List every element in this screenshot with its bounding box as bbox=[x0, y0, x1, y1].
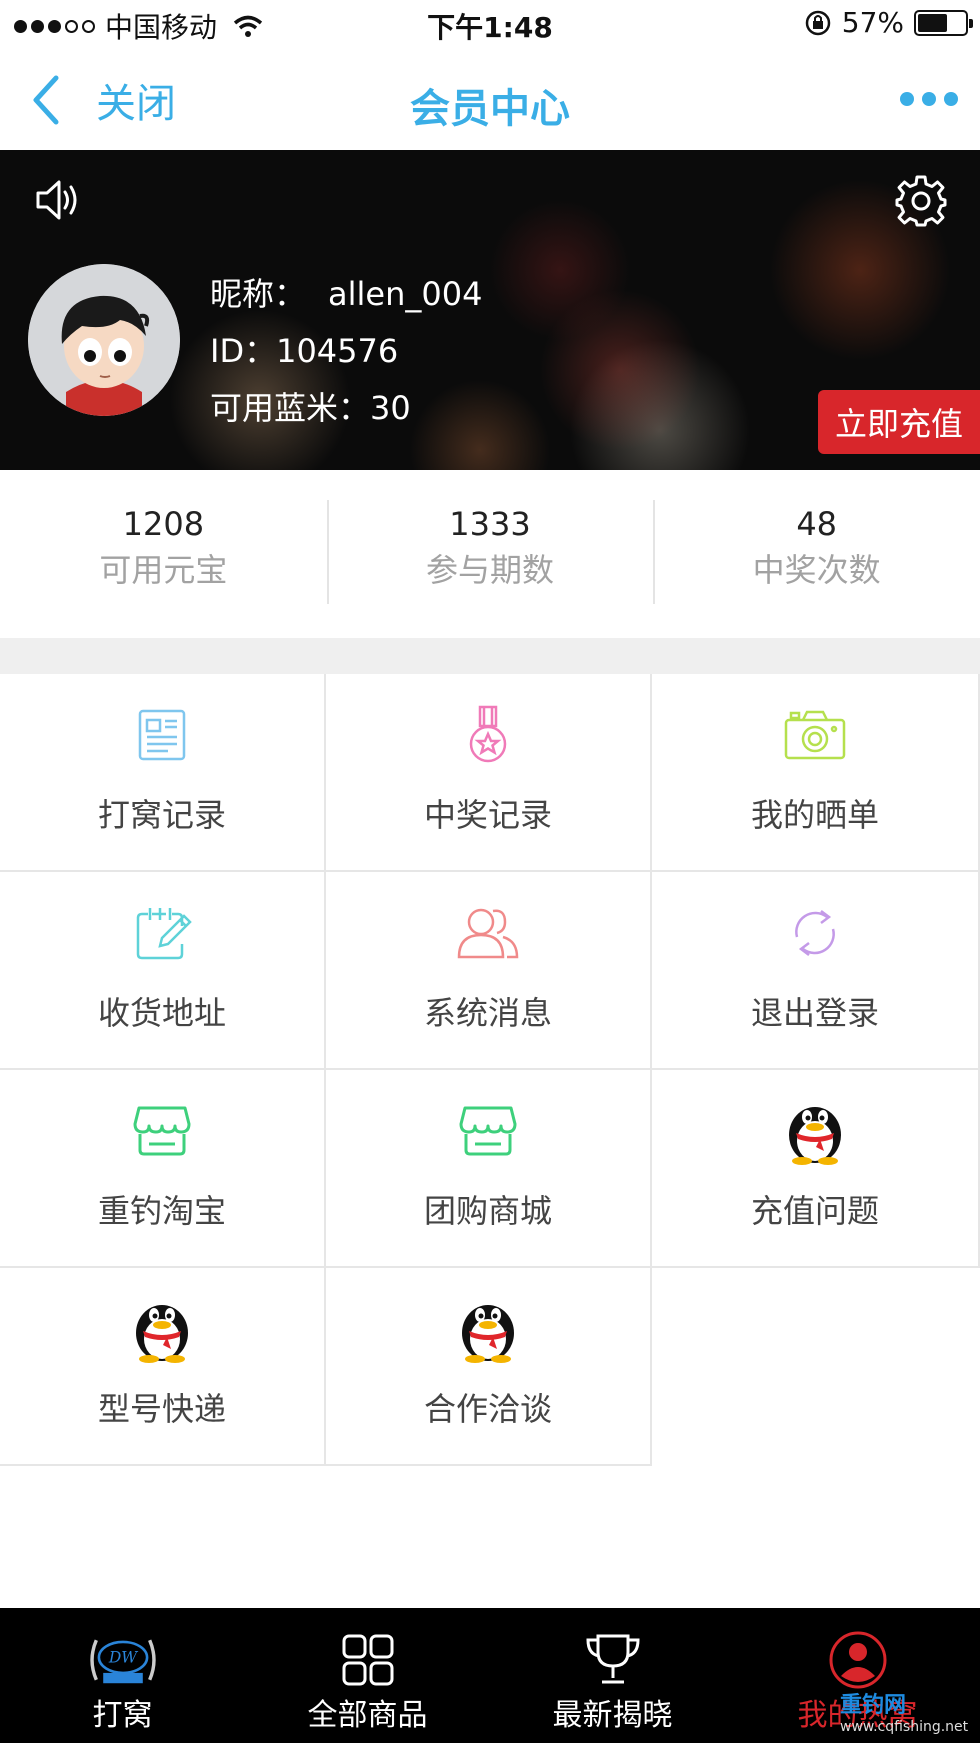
edit-calendar-icon bbox=[125, 896, 199, 970]
menu-item-label: 合作洽谈 bbox=[423, 1390, 552, 1428]
menu-item-group-buy-mall[interactable]: 团购商城 bbox=[326, 1070, 652, 1268]
grid-icon bbox=[331, 1628, 405, 1692]
qq-penguin-icon bbox=[125, 1292, 199, 1366]
stat-ingots[interactable]: 1208 可用元宝 bbox=[0, 470, 327, 638]
profile-info: 昵称： allen_004 ID：104576 可用蓝米：30 bbox=[210, 266, 482, 437]
status-bar: 中国移动 下午1:48 57% bbox=[0, 0, 980, 50]
battery-percent: 57% bbox=[841, 6, 904, 39]
stat-value: 48 bbox=[796, 505, 838, 543]
menu-item-logout[interactable]: 退出登录 bbox=[652, 872, 980, 1070]
trophy-icon bbox=[576, 1628, 650, 1692]
tab-label: 最新揭晓 bbox=[552, 1698, 673, 1733]
blue-rice-balance: 可用蓝米：30 bbox=[210, 389, 411, 427]
store-icon bbox=[451, 1094, 525, 1168]
user-id: ID：104576 bbox=[210, 332, 399, 370]
watermark: 重钓网 www.cqfishing.net bbox=[840, 1687, 970, 1735]
nav-bar: 关闭 会员中心 bbox=[0, 50, 980, 150]
menu-item-model-delivery[interactable]: 型号快递 bbox=[0, 1268, 326, 1466]
section-divider bbox=[0, 638, 980, 674]
stat-value: 1208 bbox=[122, 505, 205, 543]
menu-item-shipping-address[interactable]: 收货地址 bbox=[0, 872, 326, 1070]
qq-penguin-icon bbox=[778, 1094, 852, 1168]
avatar[interactable] bbox=[28, 264, 180, 416]
menu-item-win-record[interactable]: 中奖记录 bbox=[326, 674, 652, 872]
recharge-button[interactable]: 立即充值 bbox=[818, 390, 980, 454]
menu-item-label: 收货地址 bbox=[97, 994, 226, 1032]
medal-icon bbox=[451, 698, 525, 772]
menu-item-label: 打窝记录 bbox=[97, 796, 226, 834]
stat-label: 中奖次数 bbox=[752, 551, 881, 589]
tab-all-products[interactable]: 全部商品 bbox=[245, 1608, 490, 1743]
tab-label: 打窝 bbox=[92, 1698, 153, 1733]
menu-item-label: 型号快递 bbox=[97, 1390, 226, 1428]
tab-bait[interactable]: DW 打窝 bbox=[0, 1608, 245, 1743]
watermark-url: www.cqfishing.net bbox=[840, 1719, 969, 1735]
nickname-value: allen_004 bbox=[328, 275, 483, 313]
menu-grid: 打窝记录 中奖记录 我的晒单 收货地址 系统消息 退出登录 重钓淘宝 团购商城 … bbox=[0, 674, 980, 1466]
tab-label: 全部商品 bbox=[307, 1698, 428, 1733]
menu-item-my-showcase[interactable]: 我的晒单 bbox=[652, 674, 980, 872]
user-icon bbox=[821, 1628, 895, 1692]
menu-item-label: 系统消息 bbox=[423, 994, 552, 1032]
menu-item-label: 团购商城 bbox=[423, 1192, 552, 1230]
tab-latest-results[interactable]: 最新揭晓 bbox=[490, 1608, 735, 1743]
store-icon bbox=[125, 1094, 199, 1168]
battery-icon bbox=[914, 9, 973, 36]
menu-item-label: 重钓淘宝 bbox=[97, 1192, 226, 1230]
stat-periods[interactable]: 1333 参与期数 bbox=[326, 470, 654, 638]
watermark-title: 重钓网 bbox=[840, 1693, 907, 1718]
logo-icon: DW bbox=[86, 1628, 160, 1692]
menu-item-label: 充值问题 bbox=[750, 1192, 879, 1230]
speaker-icon[interactable] bbox=[34, 176, 86, 228]
menu-item-label: 中奖记录 bbox=[423, 796, 552, 834]
nickname-label: 昵称： bbox=[210, 275, 307, 313]
stat-value: 1333 bbox=[449, 505, 531, 543]
stats-bar: 1208 可用元宝 1333 参与期数 48 中奖次数 bbox=[0, 470, 980, 638]
orientation-lock-icon bbox=[805, 10, 831, 35]
profile-header: 昵称： allen_004 ID：104576 可用蓝米：30 立即充值 bbox=[0, 150, 980, 470]
stat-label: 参与期数 bbox=[426, 551, 555, 589]
qq-penguin-icon bbox=[451, 1292, 525, 1366]
refresh-icon bbox=[778, 896, 852, 970]
menu-item-recharge-help[interactable]: 充值问题 bbox=[652, 1070, 980, 1268]
users-icon bbox=[451, 896, 525, 970]
more-dots-icon bbox=[900, 92, 914, 106]
menu-item-label: 我的晒单 bbox=[750, 796, 879, 834]
stat-label: 可用元宝 bbox=[99, 551, 228, 589]
svg-text:DW: DW bbox=[107, 1649, 137, 1667]
document-icon bbox=[125, 698, 199, 772]
page-title: 会员中心 bbox=[410, 86, 570, 132]
tab-my-profile[interactable]: 我的热窝 重钓网 www.cqfishing.net bbox=[735, 1608, 980, 1743]
menu-item-label: 退出登录 bbox=[750, 994, 879, 1032]
menu-item-bait-record[interactable]: 打窝记录 bbox=[0, 674, 326, 872]
status-right: 57% bbox=[804, 6, 973, 39]
more-button[interactable] bbox=[900, 92, 958, 106]
tab-bar: DW 打窝 全部商品 最新揭晓 我的热窝 重钓网 www.cqfishing.n… bbox=[0, 1608, 980, 1743]
stat-wins[interactable]: 48 中奖次数 bbox=[653, 470, 980, 638]
menu-item-taobao-store[interactable]: 重钓淘宝 bbox=[0, 1070, 326, 1268]
camera-icon bbox=[778, 698, 852, 772]
settings-gear-icon[interactable] bbox=[894, 174, 948, 232]
menu-item-system-messages[interactable]: 系统消息 bbox=[326, 872, 652, 1070]
menu-item-cooperation[interactable]: 合作洽谈 bbox=[326, 1268, 652, 1466]
